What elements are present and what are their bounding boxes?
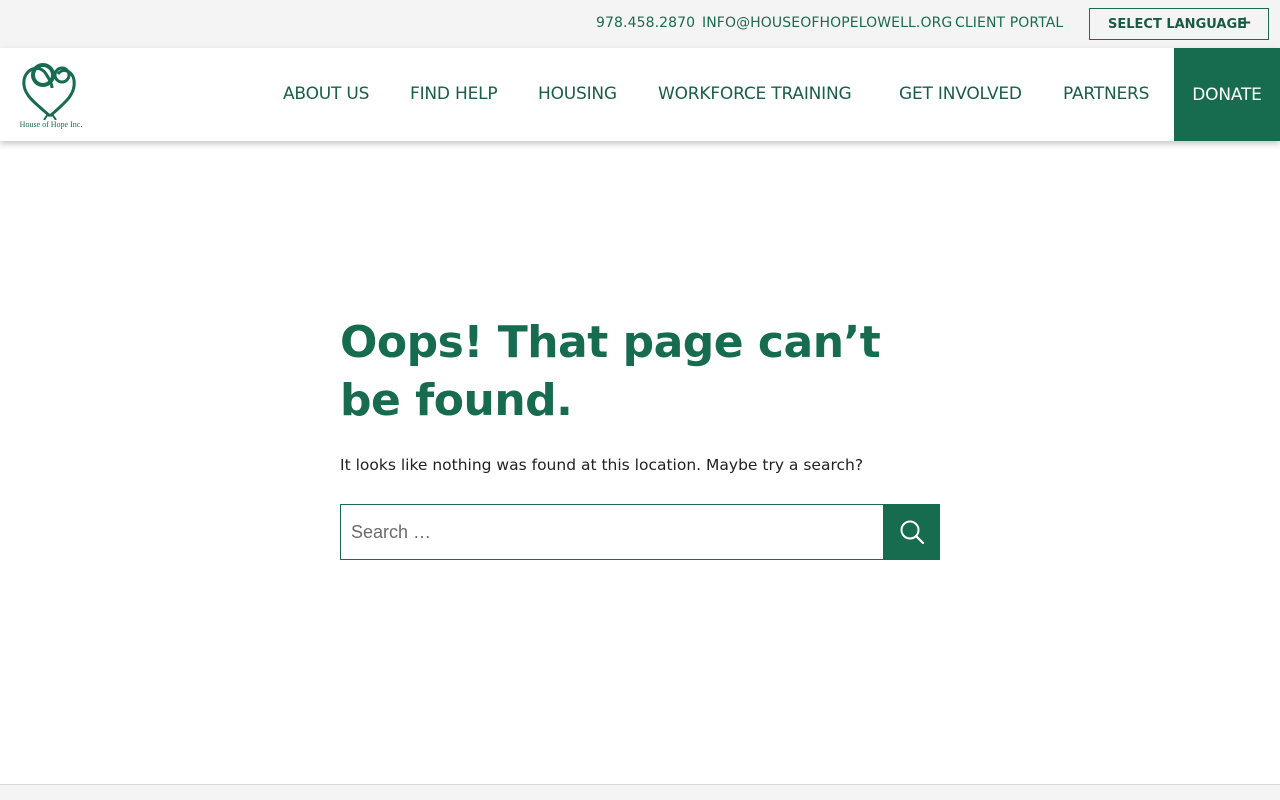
not-found-message: It looks like nothing was found at this … (340, 456, 864, 474)
search-button[interactable] (883, 504, 940, 560)
logo-text: House of Hope Inc. (19, 120, 83, 129)
phone-link[interactable]: 978.458.2870 (596, 15, 695, 31)
nav-item-workforce-training[interactable]: WORKFORCE TRAINING (658, 84, 852, 104)
utility-bar: 978.458.2870 INFO@HOUSEOFHOPELOWELL.ORG … (0, 0, 1280, 48)
nav-item-partners[interactable]: PARTNERS (1063, 84, 1149, 104)
nav-item-housing[interactable]: HOUSING (538, 84, 617, 104)
site-header: House of Hope Inc. ABOUT US FIND HELP HO… (0, 48, 1280, 141)
search-icon (900, 520, 924, 545)
email-link[interactable]: INFO@HOUSEOFHOPELOWELL.ORG (702, 15, 952, 31)
footer-divider (0, 784, 1280, 800)
select-language-button[interactable]: SELECT LANGUAGE + (1089, 8, 1269, 40)
search-input[interactable] (340, 504, 884, 560)
main-content: Oops! That page can’t be found. It looks… (340, 314, 940, 560)
nav-item-find-help[interactable]: FIND HELP (410, 84, 498, 104)
site-logo[interactable]: House of Hope Inc. (14, 58, 88, 132)
search-form (340, 504, 940, 560)
plus-icon: + (1237, 13, 1252, 33)
select-language-label: SELECT LANGUAGE (1108, 16, 1247, 32)
client-portal-link[interactable]: CLIENT PORTAL (955, 15, 1063, 31)
nav-item-about-us[interactable]: ABOUT US (283, 84, 369, 104)
page-title: Oops! That page can’t be found. (340, 317, 881, 426)
heart-logo-icon (22, 63, 76, 121)
nav-item-get-involved[interactable]: GET INVOLVED (899, 84, 1022, 104)
donate-button[interactable]: DONATE (1174, 48, 1280, 141)
